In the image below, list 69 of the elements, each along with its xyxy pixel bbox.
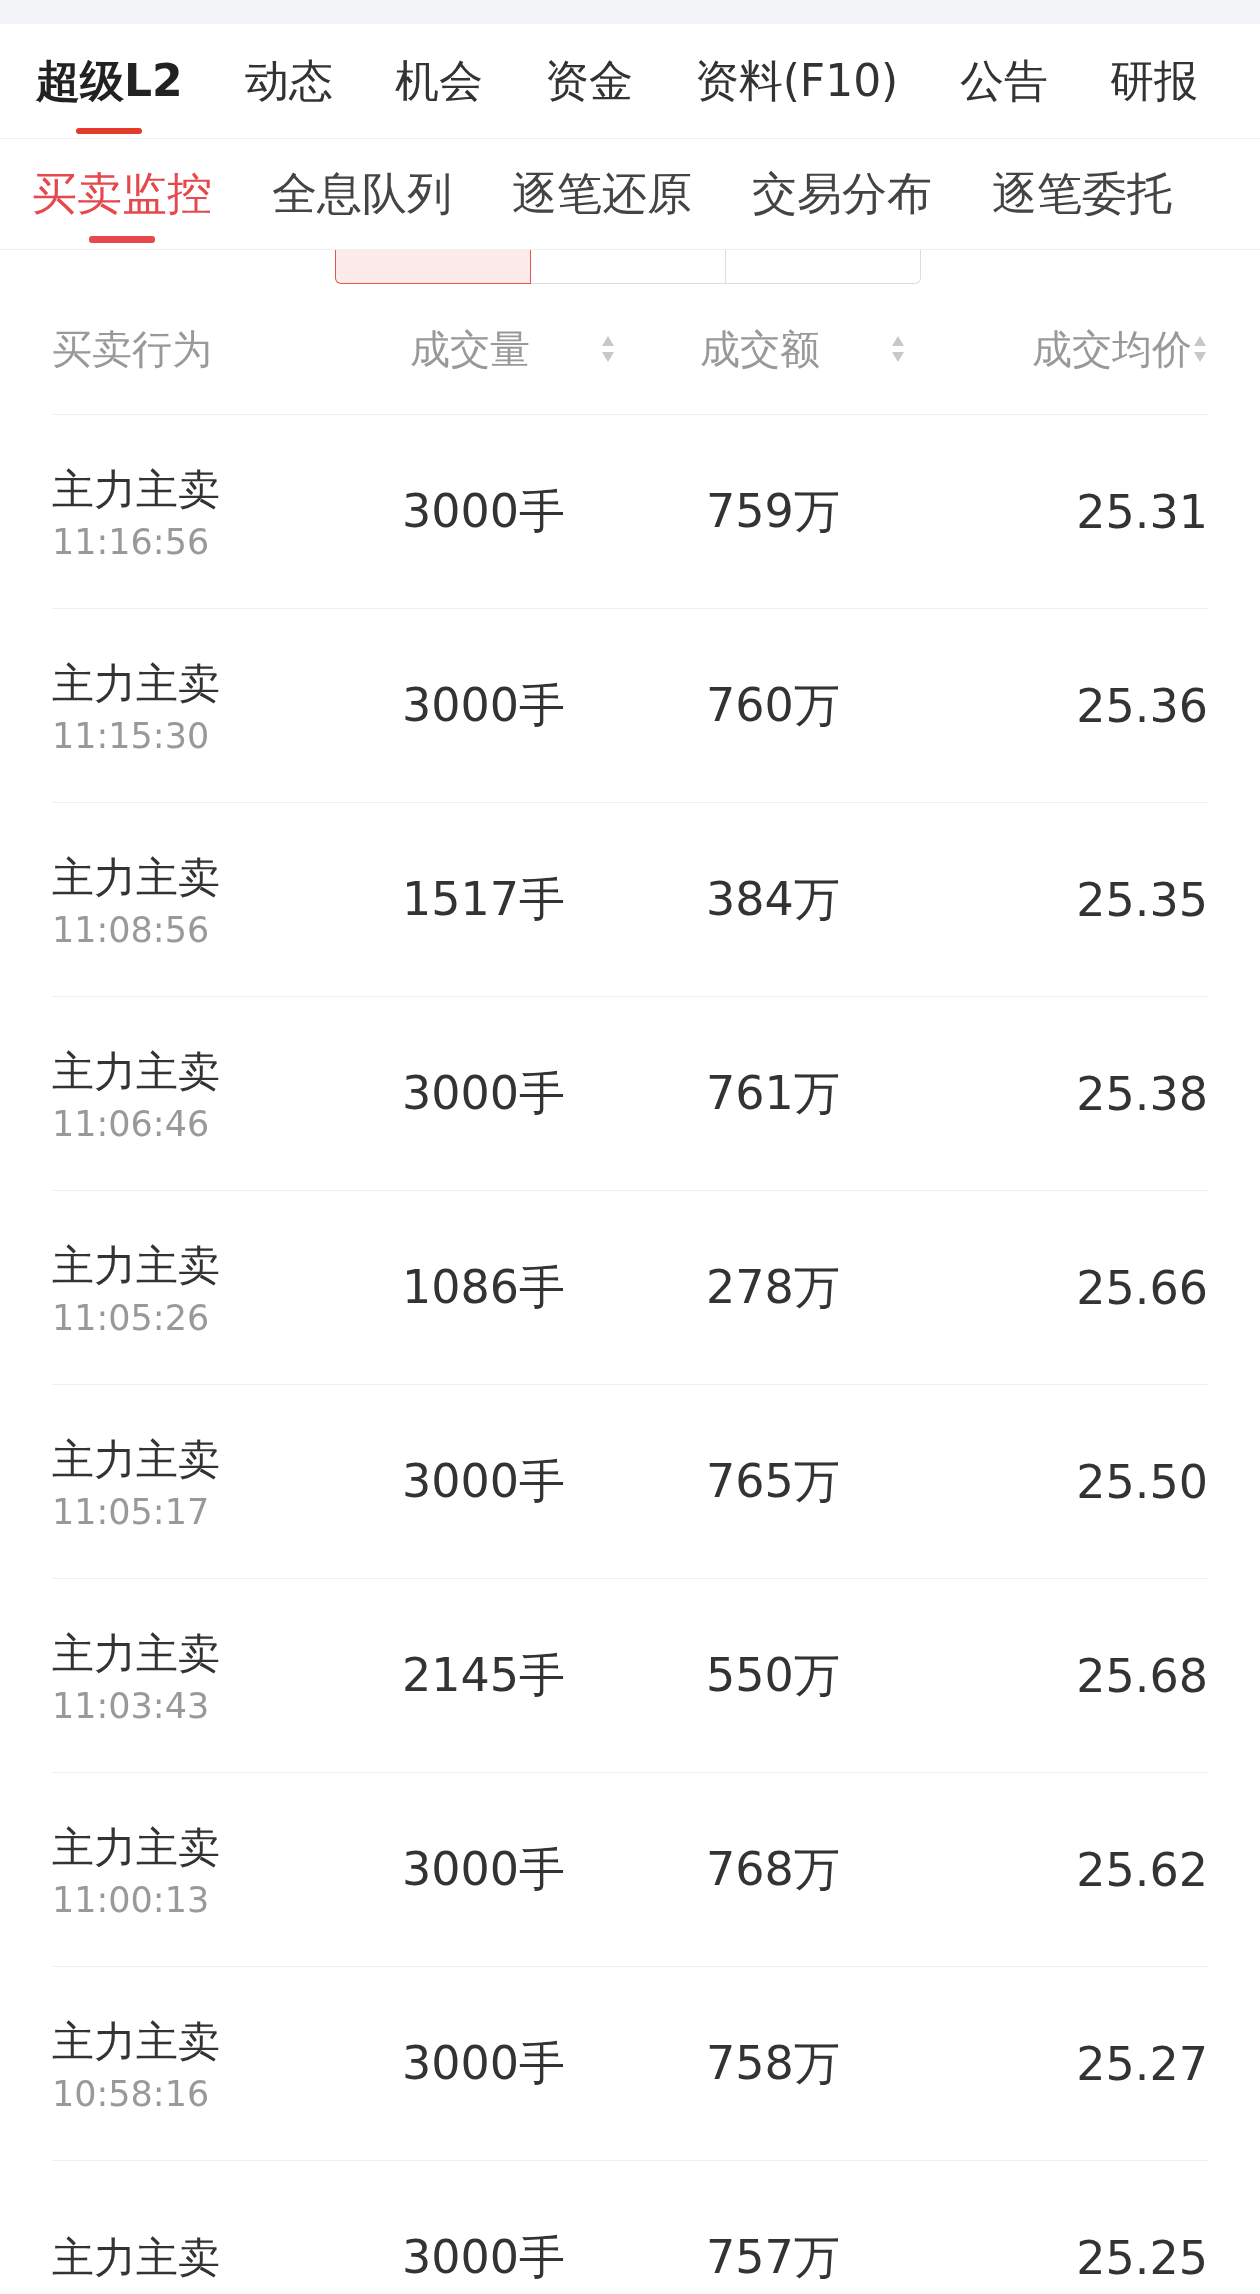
volume-cell-text: 1517手 <box>402 870 567 928</box>
tab[interactable]: 超级L2 <box>36 24 183 138</box>
volume-cell-text: 3000手 <box>402 1452 567 1510</box>
action-label: 主力主卖 <box>52 1627 221 1680</box>
time-label: 11:00:13 <box>52 1879 211 1920</box>
amount-cell-text: 757万 <box>706 2228 841 2286</box>
tab[interactable]: 资金 <box>544 24 633 138</box>
action-label: 主力主卖 <box>52 1821 221 1874</box>
price-cell-text: 25.66 <box>1075 1260 1208 1315</box>
price-cell-text: 25.68 <box>1075 1648 1208 1703</box>
time-label: 11:05:17 <box>52 1491 211 1532</box>
time-label: 11:15:30 <box>52 715 211 756</box>
sort-icon[interactable] <box>600 334 616 364</box>
time-label: 10:58:16 <box>52 2073 211 2114</box>
action-label: 主力主卖 <box>52 1045 221 1098</box>
action-label: 主力主卖 <box>52 1433 221 1486</box>
action-label: 主力主卖 <box>52 851 221 904</box>
time-label: 11:06:46 <box>52 1103 211 1144</box>
volume-cell-text: 2145手 <box>402 1646 567 1704</box>
tab[interactable]: 全息队列 <box>272 139 452 249</box>
price-cell-text: 25.25 <box>1075 2230 1208 2285</box>
action-label: 主力主卖 <box>52 1239 221 1292</box>
column-header: 成交均价 <box>1032 324 1192 374</box>
amount-cell-text: 765万 <box>706 1452 841 1510</box>
amount-cell-text: 758万 <box>706 2034 841 2092</box>
tab[interactable]: 公告 <box>960 24 1049 138</box>
time-label: 11:16:56 <box>52 521 211 562</box>
action-label: 主力主卖 <box>52 657 221 710</box>
price-cell-text: 25.38 <box>1075 1066 1208 1121</box>
action-label: 主力主卖 <box>52 463 221 516</box>
segment-button[interactable] <box>335 250 531 284</box>
tab[interactable]: 研报 <box>1110 24 1199 138</box>
tab[interactable]: 逐笔还原 <box>512 139 692 249</box>
sort-icon[interactable] <box>1192 334 1208 364</box>
amount-cell-text: 768万 <box>706 1840 841 1898</box>
column-header: 成交额 <box>700 324 820 374</box>
time-label: 11:08:56 <box>52 909 211 950</box>
tab[interactable]: 交易分布 <box>752 139 932 249</box>
time-label: 11:03:43 <box>52 1685 211 1726</box>
price-cell-text: 25.36 <box>1075 678 1208 733</box>
column-header: 成交量 <box>410 324 530 374</box>
volume-cell-text: 1086手 <box>402 1258 567 1316</box>
sort-icon[interactable] <box>890 334 906 364</box>
action-label: 主力主卖 <box>52 2015 221 2068</box>
tab[interactable]: 买卖监控 <box>32 139 212 249</box>
volume-cell-text: 3000手 <box>402 1840 567 1898</box>
action-label: 主力主卖 <box>52 2231 221 2284</box>
time-label: 11:05:26 <box>52 1297 211 1338</box>
amount-cell-text: 760万 <box>706 676 841 734</box>
price-cell-text: 25.27 <box>1075 2036 1208 2091</box>
price-cell-text: 25.50 <box>1075 1454 1208 1509</box>
amount-cell-text: 761万 <box>706 1064 841 1122</box>
volume-cell-text: 3000手 <box>402 2034 567 2092</box>
amount-cell-text: 550万 <box>706 1646 841 1704</box>
amount-cell-text: 759万 <box>706 482 841 540</box>
tab[interactable]: 逐笔委托 <box>992 139 1172 249</box>
tab[interactable]: 资料(F10) <box>694 24 899 138</box>
volume-cell-text: 3000手 <box>402 482 567 540</box>
column-header: 买卖行为 <box>52 324 212 374</box>
price-cell-text: 25.62 <box>1075 1842 1208 1897</box>
volume-cell-text: 3000手 <box>402 676 567 734</box>
volume-cell-text: 3000手 <box>402 1064 567 1122</box>
amount-cell-text: 384万 <box>706 870 841 928</box>
tab[interactable]: 机会 <box>394 24 483 138</box>
tab[interactable]: 动态 <box>244 24 333 138</box>
volume-cell-text: 3000手 <box>402 2228 567 2286</box>
price-cell-text: 25.31 <box>1075 484 1208 539</box>
amount-cell-text: 278万 <box>706 1258 841 1316</box>
price-cell-text: 25.35 <box>1075 872 1208 927</box>
